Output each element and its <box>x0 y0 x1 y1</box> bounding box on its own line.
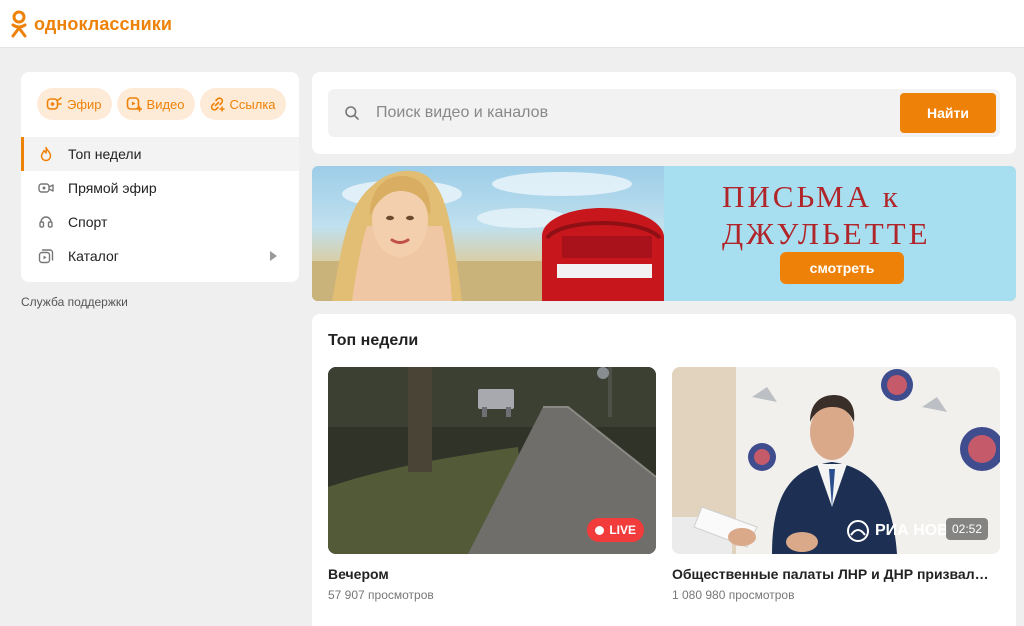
video-duration: 02:52 <box>945 518 988 540</box>
sidebar-item-label: Прямой эфир <box>68 180 157 196</box>
chip-live[interactable]: Эфир <box>37 88 112 120</box>
logo-text: одноклассники <box>34 13 173 34</box>
sidebar-item-catalog[interactable]: Каталог <box>21 239 299 273</box>
sidebar: Эфир Видео Ссылка Топ недели Прямой эфир… <box>21 72 299 282</box>
site-logo[interactable]: одноклассники <box>10 10 172 38</box>
catalog-icon <box>38 249 54 264</box>
live-camera-icon <box>38 183 54 193</box>
ria-watermark: РИА НОВ <box>847 520 949 542</box>
top-bar: одноклассники <box>0 0 1024 48</box>
search-card: Найти <box>312 72 1016 154</box>
banner-watch-button[interactable]: смотреть <box>780 252 904 284</box>
video-add-icon <box>126 97 142 112</box>
sidebar-item-label: Топ недели <box>68 146 142 162</box>
promo-banner[interactable]: ПИСЬМА к ДЖУЛЬЕТТЕ смотреть <box>312 166 1016 301</box>
live-dot-icon <box>595 525 605 535</box>
chip-video-label: Видео <box>146 96 185 112</box>
sidebar-nav: Топ недели Прямой эфир Спорт Каталог <box>21 137 299 273</box>
video-card[interactable]: LIVE Вечером 57 907 просмотров <box>328 367 656 602</box>
video-title[interactable]: Общественные палаты ЛНР и ДНР призвал… <box>672 566 1000 582</box>
sidebar-item-label: Каталог <box>68 248 119 264</box>
ria-logo-icon <box>847 520 869 542</box>
search-button[interactable]: Найти <box>900 93 996 133</box>
sidebar-item-sport[interactable]: Спорт <box>21 205 299 239</box>
video-card[interactable]: РИА НОВ 02:52 Общественные палаты ЛНР и … <box>672 367 1000 602</box>
chevron-right-icon <box>270 251 277 261</box>
link-icon <box>210 97 225 112</box>
sidebar-item-live[interactable]: Прямой эфир <box>21 171 299 205</box>
search-icon <box>345 106 359 120</box>
action-chips: Эфир Видео Ссылка <box>37 88 286 120</box>
chip-video[interactable]: Видео <box>116 88 195 120</box>
video-views: 57 907 просмотров <box>328 588 434 602</box>
banner-title: ПИСЬМА к ДЖУЛЬЕТТЕ <box>722 179 931 251</box>
sidebar-item-top-week[interactable]: Топ недели <box>21 137 299 171</box>
video-thumbnail[interactable]: LIVE <box>328 367 656 554</box>
live-badge-label: LIVE <box>609 523 636 537</box>
support-link[interactable]: Служба поддержки <box>21 295 128 309</box>
video-title[interactable]: Вечером <box>328 566 656 582</box>
live-broadcast-icon <box>46 97 62 110</box>
live-badge: LIVE <box>587 518 644 542</box>
fire-icon <box>40 146 52 162</box>
banner-artwork <box>312 170 664 301</box>
chip-link[interactable]: Ссылка <box>199 88 286 120</box>
sport-icon <box>39 216 53 228</box>
search-input[interactable] <box>376 99 876 127</box>
ok-logo-icon <box>11 10 27 38</box>
video-views: 1 080 980 просмотров <box>672 588 795 602</box>
video-thumbnail[interactable]: РИА НОВ 02:52 <box>672 367 1000 554</box>
chip-link-label: Ссылка <box>229 96 276 112</box>
section-title: Топ недели <box>328 332 419 349</box>
top-week-section: Топ недели LIVE Вечером 57 907 просмотро… <box>312 314 1016 626</box>
chip-live-label: Эфир <box>67 96 102 112</box>
sidebar-item-label: Спорт <box>68 214 108 230</box>
search-box: Найти <box>328 89 1000 137</box>
watermark-text: РИА НОВ <box>875 522 949 539</box>
